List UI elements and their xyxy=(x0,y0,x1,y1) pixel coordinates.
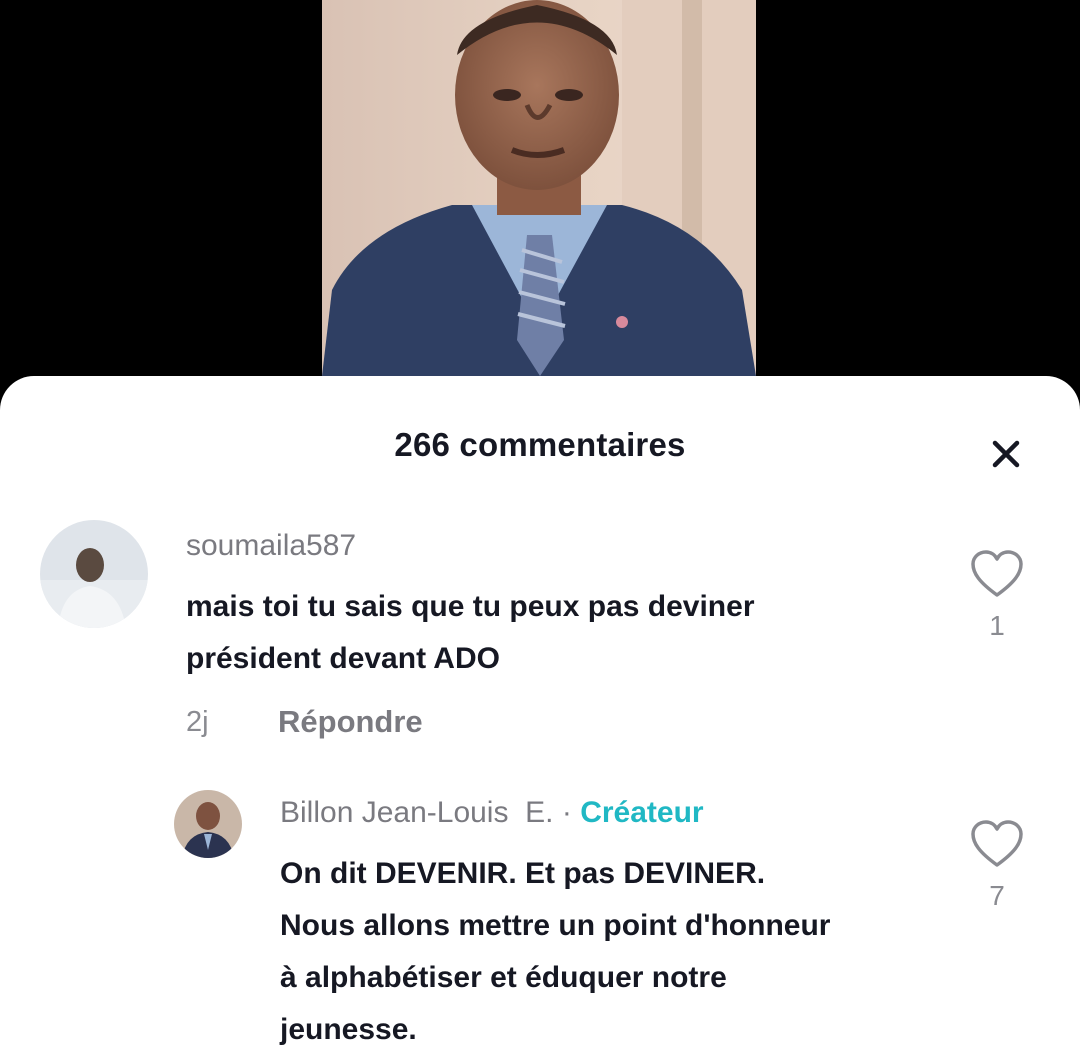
reply-text: On dit DEVENIR. Et pas DEVINER. Nous all… xyxy=(280,848,960,1050)
reply-header: Billon Jean-Louis E. · Créateur xyxy=(280,796,704,830)
reply-button[interactable]: Répondre xyxy=(278,704,423,740)
video-player[interactable] xyxy=(0,0,1080,420)
reply-text-line: On dit DEVENIR. Et pas DEVINER. xyxy=(280,857,766,890)
close-button[interactable] xyxy=(984,432,1028,476)
comment-text-line: mais toi tu sais que tu peux pas deviner xyxy=(186,590,755,623)
separator-dot: · xyxy=(561,796,572,829)
comments-count-title: 266 commentaires xyxy=(394,426,686,463)
video-thumbnail xyxy=(322,0,756,376)
close-icon xyxy=(992,440,1020,468)
heart-icon xyxy=(971,550,1023,597)
comment-username[interactable]: soumaila587 xyxy=(186,529,356,563)
reply-text-line: Nous allons mettre un point d'honneur xyxy=(280,909,831,942)
reply-text-line: à alphabétiser et éduquer notre xyxy=(280,961,727,994)
avatar-soumaila587[interactable] xyxy=(40,520,148,628)
comment-text: mais toi tu sais que tu peux pas deviner… xyxy=(186,581,926,685)
reply-text-line: jeunesse. xyxy=(280,1013,417,1046)
comment-timestamp: 2j xyxy=(186,706,209,738)
reply-like-count: 7 xyxy=(989,880,1005,911)
reply-username[interactable]: Billon Jean-Louis E. xyxy=(280,796,554,829)
like-count: 1 xyxy=(989,610,1005,641)
comments-sheet: 266 commentaires soumaila587 mais toi tu… xyxy=(0,376,1080,1050)
like-button[interactable]: 1 xyxy=(967,548,1027,642)
comment-text-line: président devant ADO xyxy=(186,642,500,675)
heart-icon xyxy=(971,820,1023,867)
reply-like-button[interactable]: 7 xyxy=(967,818,1027,912)
avatar-creator[interactable] xyxy=(174,790,242,858)
creator-badge: Créateur xyxy=(580,796,704,829)
